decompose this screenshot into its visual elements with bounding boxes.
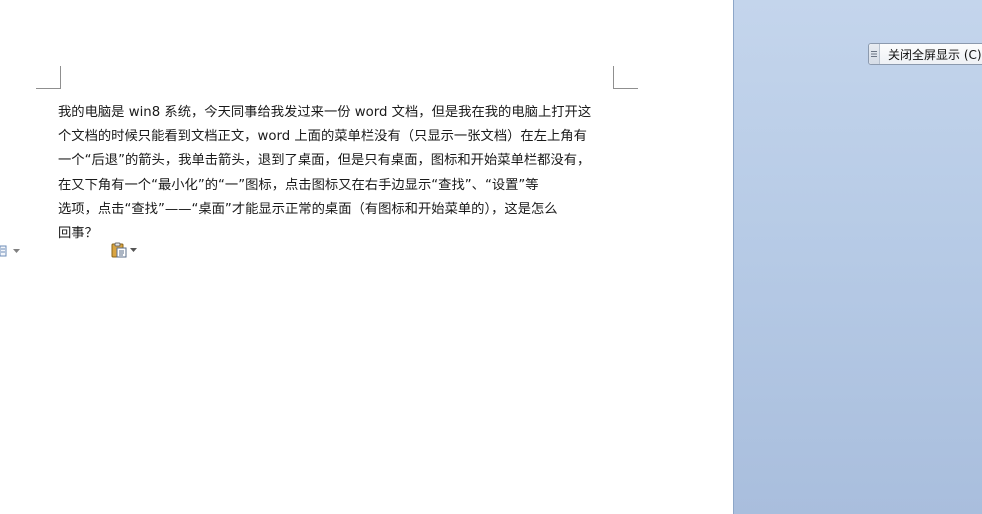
close-fullscreen-button[interactable]: 关闭全屏显示 (C) (868, 43, 982, 65)
close-fullscreen-label: 关闭全屏显示 (C) (888, 47, 982, 62)
fullscreen-side-panel (733, 0, 982, 514)
crop-mark-top-left (36, 66, 61, 89)
chevron-down-icon (13, 248, 20, 253)
document-line: 我的电脑是 win8 系统，今天同事给我发过来一份 word 文档，但是我在我的… (58, 105, 592, 120)
document-line: 回事？ (58, 225, 98, 241)
document-body[interactable]: 我的电脑是 win8 系统，今天同事给我发过来一份 word 文档，但是我在我的… (58, 101, 614, 246)
layout-options-button[interactable] (0, 243, 22, 259)
paste-options-button[interactable] (111, 241, 139, 259)
clipboard-paste-icon (111, 242, 127, 258)
document-line: 选项，点击“查找”——“桌面”才能显示正常的桌面（有图标和开始菜单的），这是怎么 (58, 201, 558, 217)
document-page[interactable]: 我的电脑是 win8 系统，今天同事给我发过来一份 word 文档，但是我在我的… (0, 0, 733, 514)
crop-mark-top-right (613, 66, 638, 89)
document-line: 个文档的时候只能看到文档正文，word 上面的菜单栏没有（只显示一张文档）在左上… (58, 129, 587, 145)
document-line: 一个“后退”的箭头，我单击箭头，退到了桌面，但是只有桌面，图标和开始菜单栏都没有… (58, 153, 591, 169)
grip-handle-icon[interactable] (869, 44, 880, 64)
page-icon (0, 245, 7, 257)
document-line: 在又下角有一个“最小化”的“一”图标，点击图标又在右手边显示“查找”、“设置”等 (58, 177, 539, 193)
chevron-down-icon (130, 247, 137, 252)
